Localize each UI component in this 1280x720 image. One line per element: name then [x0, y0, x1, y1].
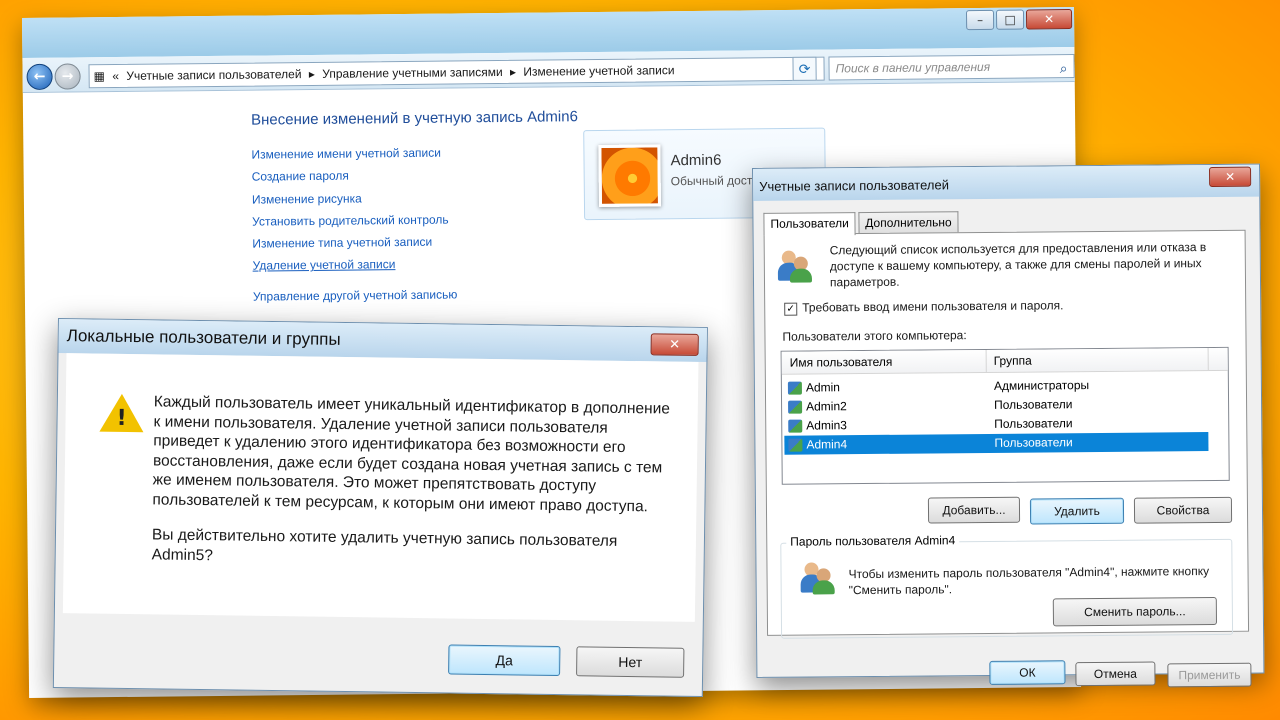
user-icon: [788, 419, 803, 433]
breadcrumb-item[interactable]: Учетные записи пользователей: [126, 67, 301, 83]
table-row-selected[interactable]: Admin4 Пользователи: [784, 432, 1209, 455]
intro-text: Следующий список используется для предос…: [829, 240, 1207, 290]
tab-users[interactable]: Пользователи: [763, 212, 856, 236]
ua-close-button[interactable]: ✕: [1209, 166, 1252, 188]
require-login-label: Требовать ввод имени пользователя и паро…: [802, 298, 1064, 315]
row-username: Admin3: [806, 418, 847, 433]
column-header-group[interactable]: Группа: [994, 350, 1032, 372]
avatar: [598, 144, 662, 207]
user-key-icon: [800, 560, 835, 595]
refresh-icon[interactable]: ⟳: [792, 56, 817, 81]
list-caption: Пользователи этого компьютера:: [782, 328, 967, 344]
dialog-close-button[interactable]: ✕: [650, 333, 699, 356]
link-parental-control[interactable]: Установить родительский контроль: [252, 208, 457, 232]
remove-user-button[interactable]: Удалить: [1029, 497, 1125, 525]
link-change-name[interactable]: Изменение имени учетной записи: [251, 141, 456, 165]
breadcrumb-item[interactable]: Управление учетными записями: [322, 65, 503, 81]
forward-button[interactable]: →: [54, 63, 81, 90]
apply-button[interactable]: Применить: [1167, 662, 1252, 688]
change-password-button[interactable]: Сменить пароль...: [1052, 596, 1218, 627]
ok-button[interactable]: ОК: [989, 660, 1066, 685]
breadcrumb-item[interactable]: Изменение учетной записи: [523, 63, 674, 79]
user-icon: [788, 438, 803, 452]
row-group: Пользователи: [994, 435, 1073, 450]
close-button[interactable]: ✕: [1025, 9, 1073, 30]
add-user-button[interactable]: Добавить...: [927, 496, 1021, 524]
password-text: Чтобы изменить пароль пользователя "Admi…: [848, 564, 1210, 598]
dialog-question: Вы действительно хотите удалить учетную …: [151, 526, 618, 564]
user-accounts-window: Учетные записи пользователей ✕ Пользоват…: [752, 163, 1265, 688]
maximize-button[interactable]: □: [995, 9, 1025, 30]
list-header: Имя пользователя Группа: [781, 347, 1228, 375]
row-username: Admin4: [806, 437, 848, 452]
yes-button[interactable]: Да: [448, 644, 561, 677]
breadcrumb-separator-icon: ▸: [509, 64, 517, 79]
users-icon: [777, 248, 813, 283]
search-placeholder: Поиск в панели управления: [835, 59, 991, 76]
warning-exclamation-icon: !: [116, 405, 127, 431]
link-change-account-type[interactable]: Изменение типа учетной записи: [252, 231, 457, 255]
require-login-checkbox[interactable]: ✓: [784, 302, 798, 316]
properties-button[interactable]: Свойства: [1133, 496, 1233, 524]
confirm-delete-dialog: Локальные пользователи и группы ✕ ! Кажд…: [52, 318, 708, 698]
user-role: Обычный дост: [670, 173, 753, 189]
user-icon: [787, 381, 802, 395]
link-change-picture[interactable]: Изменение рисунка: [252, 186, 457, 210]
breadcrumb-chevron-icon: «: [112, 68, 120, 84]
cancel-button[interactable]: Отмена: [1075, 661, 1156, 687]
breadcrumb-separator-icon: ▸: [308, 66, 315, 81]
search-input[interactable]: Поиск в панели управления ⌕: [828, 53, 1075, 81]
search-icon[interactable]: ⌕: [1060, 57, 1068, 79]
control-panel-icon: ▦: [93, 69, 106, 84]
task-links: Изменение имени учетной записи Создание …: [251, 141, 457, 307]
user-name: Admin6: [670, 151, 722, 170]
password-group-title: Пароль пользователя Admin4: [786, 533, 960, 549]
back-button[interactable]: ←: [26, 63, 53, 90]
no-button[interactable]: Нет: [576, 646, 685, 678]
users-list[interactable]: Имя пользователя Группа Admin Администра…: [780, 346, 1230, 485]
ua-title: Учетные записи пользователей: [753, 164, 1260, 201]
column-header-username[interactable]: Имя пользователя: [790, 351, 893, 374]
row-group: Пользователи: [994, 397, 1073, 412]
link-manage-another-account[interactable]: Управление другой учетной записью: [253, 283, 458, 307]
dialog-message: Каждый пользователь имеет уникальный иде…: [152, 393, 671, 515]
row-username: Admin: [805, 380, 840, 395]
link-create-password[interactable]: Создание пароля: [252, 164, 457, 188]
row-group: Пользователи: [994, 416, 1073, 431]
row-username: Admin2: [806, 399, 847, 414]
dialog-body: ! Каждый пользователь имеет уникальный и…: [62, 353, 699, 622]
tab-advanced[interactable]: Дополнительно: [858, 211, 959, 234]
minimize-button[interactable]: –: [965, 9, 995, 31]
address-bar[interactable]: ▦ « Учетные записи пользователей ▸ Управ…: [88, 56, 825, 89]
page-title: Внесение изменений в учетную запись Admi…: [250, 108, 578, 129]
row-group: Администраторы: [993, 378, 1090, 393]
link-delete-account[interactable]: Удаление учетной записи: [252, 253, 457, 277]
user-icon: [788, 400, 803, 414]
